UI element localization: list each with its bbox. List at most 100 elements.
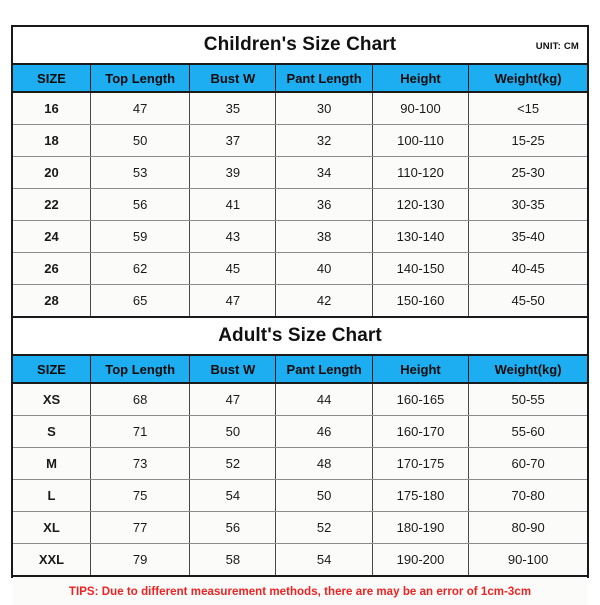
cell-weight: 45-50 <box>468 284 587 318</box>
cell-weight: 55-60 <box>468 415 587 448</box>
table-row: 16 47 35 30 90-100 <15 <box>13 92 587 125</box>
cell-height: 180-190 <box>372 511 470 544</box>
adult-title-wrap: Adult's Size Chart <box>13 318 587 354</box>
cell-height: 170-175 <box>372 447 470 480</box>
cell-bust-w: 39 <box>189 156 277 189</box>
cell-weight: 40-45 <box>468 252 587 285</box>
cell-height: 150-160 <box>372 284 470 318</box>
cell-size: 22 <box>13 188 91 221</box>
cell-bust-w: 45 <box>189 252 277 285</box>
adult-title-cell: Adult's Size Chart <box>13 316 587 356</box>
cell-top-length: 56 <box>90 188 191 221</box>
size-chart-page: Children's Size Chart UNIT: CM SIZE Top … <box>0 0 600 605</box>
cell-size: XXL <box>13 543 91 577</box>
cell-height: 190-200 <box>372 543 470 577</box>
cell-top-length: 59 <box>90 220 191 253</box>
cell-size: M <box>13 447 91 480</box>
children-col-size: SIZE <box>13 63 91 93</box>
cell-top-length: 71 <box>90 415 191 448</box>
cell-top-length: 75 <box>90 479 191 512</box>
cell-pant-length: 42 <box>275 284 373 318</box>
size-chart-table: Children's Size Chart UNIT: CM SIZE Top … <box>13 27 587 605</box>
children-col-top-length: Top Length <box>90 63 191 93</box>
table-row: 18 50 37 32 100-110 15-25 <box>13 124 587 157</box>
cell-weight: 25-30 <box>468 156 587 189</box>
cell-bust-w: 56 <box>189 511 277 544</box>
unit-label: UNIT: CM <box>535 41 579 52</box>
cell-height: 160-165 <box>372 383 470 416</box>
cell-size: 26 <box>13 252 91 285</box>
table-row: XS 68 47 44 160-165 50-55 <box>13 383 587 416</box>
adult-col-weight: Weight(kg) <box>468 354 587 384</box>
table-row: 24 59 43 38 130-140 35-40 <box>13 220 587 253</box>
cell-bust-w: 54 <box>189 479 277 512</box>
tips-cell: TIPS: Due to different measurement metho… <box>13 575 587 605</box>
cell-pant-length: 46 <box>275 415 373 448</box>
tips-row: TIPS: Due to different measurement metho… <box>13 575 587 605</box>
cell-weight: 15-25 <box>468 124 587 157</box>
cell-size: 20 <box>13 156 91 189</box>
cell-weight: <15 <box>468 92 587 125</box>
cell-weight: 60-70 <box>468 447 587 480</box>
table-row: XL 77 56 52 180-190 80-90 <box>13 511 587 544</box>
adult-title-row: Adult's Size Chart <box>13 316 587 356</box>
tips-text: TIPS: Due to different measurement metho… <box>68 586 532 598</box>
cell-top-length: 47 <box>90 92 191 125</box>
cell-weight: 70-80 <box>468 479 587 512</box>
cell-bust-w: 50 <box>189 415 277 448</box>
cell-bust-w: 43 <box>189 220 277 253</box>
adult-col-size: SIZE <box>13 354 91 384</box>
cell-top-length: 62 <box>90 252 191 285</box>
table-row: L 75 54 50 175-180 70-80 <box>13 479 587 512</box>
cell-height: 175-180 <box>372 479 470 512</box>
cell-bust-w: 52 <box>189 447 277 480</box>
cell-pant-length: 34 <box>275 156 373 189</box>
cell-height: 90-100 <box>372 92 470 125</box>
cell-pant-length: 40 <box>275 252 373 285</box>
cell-pant-length: 48 <box>275 447 373 480</box>
cell-pant-length: 52 <box>275 511 373 544</box>
cell-weight: 35-40 <box>468 220 587 253</box>
cell-pant-length: 32 <box>275 124 373 157</box>
cell-size: 28 <box>13 284 91 318</box>
cell-height: 140-150 <box>372 252 470 285</box>
cell-pant-length: 54 <box>275 543 373 577</box>
cell-bust-w: 37 <box>189 124 277 157</box>
cell-top-length: 77 <box>90 511 191 544</box>
cell-size: S <box>13 415 91 448</box>
cell-weight: 30-35 <box>468 188 587 221</box>
children-title-wrap: Children's Size Chart UNIT: CM <box>13 27 587 63</box>
cell-bust-w: 47 <box>189 284 277 318</box>
adult-col-pant-length: Pant Length <box>275 354 373 384</box>
cell-top-length: 65 <box>90 284 191 318</box>
cell-pant-length: 50 <box>275 479 373 512</box>
cell-top-length: 68 <box>90 383 191 416</box>
children-col-pant-length: Pant Length <box>275 63 373 93</box>
cell-height: 160-170 <box>372 415 470 448</box>
cell-top-length: 79 <box>90 543 191 577</box>
cell-bust-w: 41 <box>189 188 277 221</box>
children-chart-title: Children's Size Chart <box>203 34 397 55</box>
cell-height: 120-130 <box>372 188 470 221</box>
adult-col-bust-w: Bust W <box>189 354 277 384</box>
table-row: 20 53 39 34 110-120 25-30 <box>13 156 587 189</box>
cell-weight: 80-90 <box>468 511 587 544</box>
cell-weight: 50-55 <box>468 383 587 416</box>
cell-weight: 90-100 <box>468 543 587 577</box>
table-row: XXL 79 58 54 190-200 90-100 <box>13 543 587 577</box>
cell-height: 100-110 <box>372 124 470 157</box>
table-row: 22 56 41 36 120-130 30-35 <box>13 188 587 221</box>
adult-col-top-length: Top Length <box>90 354 191 384</box>
adult-header-row: SIZE Top Length Bust W Pant Length Heigh… <box>13 354 587 384</box>
cell-size: 24 <box>13 220 91 253</box>
cell-pant-length: 30 <box>275 92 373 125</box>
table-row: M 73 52 48 170-175 60-70 <box>13 447 587 480</box>
cell-top-length: 73 <box>90 447 191 480</box>
size-chart-frame: Children's Size Chart UNIT: CM SIZE Top … <box>11 25 589 605</box>
cell-size: 18 <box>13 124 91 157</box>
cell-bust-w: 47 <box>189 383 277 416</box>
table-row: 28 65 47 42 150-160 45-50 <box>13 284 587 318</box>
cell-bust-w: 35 <box>189 92 277 125</box>
children-header-row: SIZE Top Length Bust W Pant Length Heigh… <box>13 63 587 93</box>
table-row: 26 62 45 40 140-150 40-45 <box>13 252 587 285</box>
